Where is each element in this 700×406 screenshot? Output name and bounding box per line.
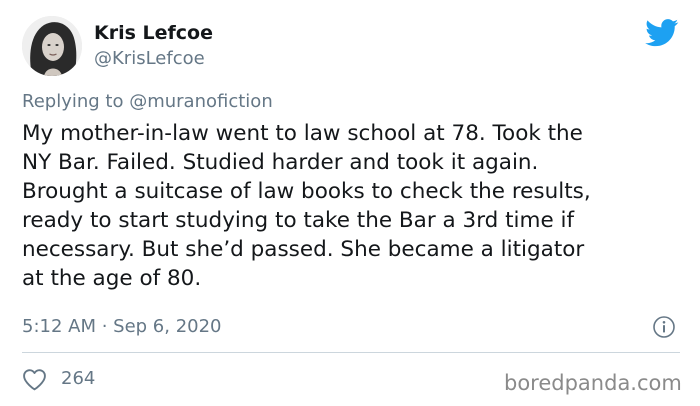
like-count[interactable]: 264 — [61, 368, 95, 389]
info-icon[interactable] — [652, 315, 676, 339]
reply-prefix: Replying to — [22, 91, 124, 112]
twitter-bird-icon[interactable] — [645, 19, 679, 47]
profile-photo — [22, 16, 82, 76]
author-handle[interactable]: @KrisLefcoe — [94, 48, 205, 69]
heart-icon[interactable] — [22, 368, 47, 391]
watermark: boredpanda.com — [504, 371, 682, 395]
tweet-text: My mother-in-law went to law school at 7… — [22, 121, 591, 291]
divider — [22, 352, 680, 353]
avatar[interactable] — [22, 16, 82, 76]
reply-mention-link[interactable]: @muranofiction — [129, 91, 273, 112]
tweet-card: Kris Lefcoe @KrisLefcoe Replying to @mur… — [0, 0, 700, 406]
reply-context: Replying to @muranofiction — [22, 91, 273, 112]
author-display-name[interactable]: Kris Lefcoe — [94, 22, 213, 44]
tweet-timestamp[interactable]: 5:12 AM · Sep 6, 2020 — [22, 316, 222, 337]
